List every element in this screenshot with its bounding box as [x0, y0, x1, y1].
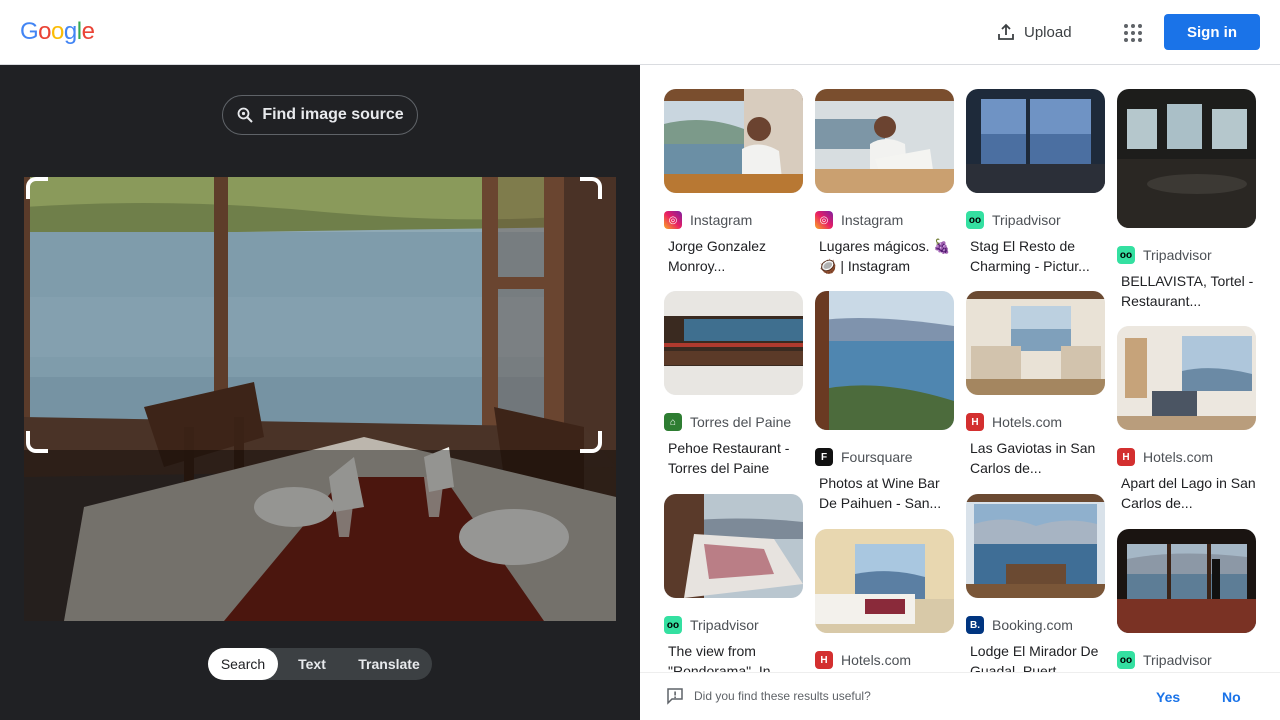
- result-thumbnail: [664, 291, 803, 395]
- result-card[interactable]: ◎ Instagram Jorge Gonzalez Monroy...: [664, 89, 803, 276]
- result-title: Jorge Gonzalez Monroy...: [668, 238, 767, 274]
- result-thumbnail: [966, 494, 1105, 598]
- upload-icon: [998, 23, 1014, 40]
- booking-com-icon: B.: [966, 616, 984, 634]
- crop-handle-bottom-left[interactable]: [26, 431, 48, 453]
- result-thumbnail: [966, 291, 1105, 395]
- result-card[interactable]: H Hotels.com Apart del Lago in San Carlo…: [1117, 326, 1256, 513]
- result-title: Apart del Lago in San Carlos de...: [1121, 475, 1256, 511]
- result-source: oo Tripadvisor: [1117, 650, 1256, 670]
- result-card[interactable]: B. Booking.com Lodge El Mirador De Guada…: [966, 494, 1105, 681]
- crop-handle-top-right[interactable]: [580, 177, 602, 199]
- result-source: H Hotels.com: [966, 412, 1105, 432]
- result-card[interactable]: oo Tripadvisor Stag El Resto de Charming…: [966, 89, 1105, 276]
- mode-translate-tab[interactable]: Translate: [346, 648, 432, 680]
- find-image-source-button[interactable]: Find image source: [222, 95, 418, 135]
- result-source: F Foursquare: [815, 447, 954, 467]
- result-card[interactable]: oo Tripadvisor BELLAVISTA, Tortel - Rest…: [1117, 89, 1256, 311]
- foursquare-icon: F: [815, 448, 833, 466]
- feedback-bar: Did you find these results useful? Yes N…: [640, 672, 1280, 720]
- result-card[interactable]: H Hotels.com: [815, 529, 954, 670]
- result-source-name: Tripadvisor: [1143, 652, 1212, 668]
- result-source: B. Booking.com: [966, 615, 1105, 635]
- instagram-icon: ◎: [815, 211, 833, 229]
- crop-handle-top-left[interactable]: [26, 177, 48, 199]
- apps-grid-icon[interactable]: [1118, 18, 1146, 46]
- result-thumbnail: [966, 89, 1105, 193]
- result-source: H Hotels.com: [815, 650, 954, 670]
- google-logo[interactable]: Google: [20, 18, 95, 46]
- result-title: Las Gaviotas in San Carlos de...: [970, 440, 1096, 476]
- upload-button[interactable]: Upload: [988, 16, 1080, 48]
- result-source-name: Hotels.com: [992, 414, 1063, 430]
- result-source: oo Tripadvisor: [664, 615, 803, 635]
- result-source-name: Torres del Paine: [690, 414, 792, 430]
- feedback-icon: [667, 688, 683, 705]
- query-image-panel: Find image source Search Text Translate: [0, 65, 640, 720]
- logo-letter: o: [38, 18, 52, 45]
- result-title: Lugares mágicos. 🍇🥥 | Instagram: [819, 238, 951, 274]
- result-thumbnail: [1117, 529, 1256, 633]
- result-thumbnail: [1117, 326, 1256, 430]
- result-source: ◎ Instagram: [664, 210, 803, 230]
- feedback-question: Did you find these results useful?: [694, 689, 871, 703]
- tripadvisor-icon: oo: [966, 211, 984, 229]
- hotels-com-icon: H: [1117, 448, 1135, 466]
- find-image-source-label: Find image source: [262, 106, 404, 123]
- tripadvisor-icon: oo: [664, 616, 682, 634]
- logo-letter: o: [51, 18, 64, 45]
- result-thumbnail: [1117, 89, 1256, 228]
- torres-del-paine-icon: ⌂: [664, 413, 682, 431]
- top-bar: Google Upload Sign in: [0, 0, 1280, 65]
- result-source-name: Foursquare: [841, 449, 913, 465]
- result-title: Pehoe Restaurant - Torres del Paine: [668, 440, 790, 476]
- result-source-name: Tripadvisor: [1143, 247, 1212, 263]
- result-card[interactable]: F Foursquare Photos at Wine Bar De Paihu…: [815, 291, 954, 513]
- result-source-name: Hotels.com: [1143, 449, 1214, 465]
- result-thumbnail: [664, 494, 803, 598]
- result-title: BELLAVISTA, Tortel - Restaurant...: [1121, 273, 1254, 309]
- result-source: oo Tripadvisor: [966, 210, 1105, 230]
- result-source-name: Instagram: [690, 212, 753, 228]
- result-card[interactable]: oo Tripadvisor The view from "Rondorama"…: [664, 494, 803, 681]
- result-card[interactable]: ◎ Instagram Lugares mágicos. 🍇🥥 | Instag…: [815, 89, 954, 276]
- lens-mode-switcher: Search Text Translate: [208, 648, 432, 680]
- feedback-no-button[interactable]: No: [1222, 689, 1241, 705]
- instagram-icon: ◎: [664, 211, 682, 229]
- hotels-com-icon: H: [815, 651, 833, 669]
- result-card[interactable]: H Hotels.com Las Gaviotas in San Carlos …: [966, 291, 1105, 478]
- query-image[interactable]: [24, 177, 616, 621]
- result-source: ⌂ Torres del Paine: [664, 412, 803, 432]
- result-thumbnail: [815, 89, 954, 193]
- result-source-name: Booking.com: [992, 617, 1073, 633]
- result-source-name: Tripadvisor: [992, 212, 1061, 228]
- result-thumbnail: [815, 291, 954, 430]
- result-source: oo Tripadvisor: [1117, 245, 1256, 265]
- logo-letter: g: [63, 18, 77, 45]
- result-source-name: Hotels.com: [841, 652, 912, 668]
- visual-matches-panel: ◎ Instagram Jorge Gonzalez Monroy... ⌂ T…: [640, 65, 1280, 720]
- logo-letter: G: [20, 18, 39, 45]
- lens-search-icon: [237, 107, 254, 123]
- result-source: H Hotels.com: [1117, 447, 1256, 467]
- result-source: ◎ Instagram: [815, 210, 954, 230]
- crop-handle-bottom-right[interactable]: [580, 431, 602, 453]
- mode-text-tab[interactable]: Text: [278, 648, 346, 680]
- sign-in-button[interactable]: Sign in: [1164, 14, 1260, 50]
- mode-search-tab[interactable]: Search: [208, 648, 278, 680]
- result-thumbnail: [664, 89, 803, 193]
- result-source-name: Instagram: [841, 212, 904, 228]
- tripadvisor-icon: oo: [1117, 651, 1135, 669]
- result-source-name: Tripadvisor: [690, 617, 759, 633]
- tripadvisor-icon: oo: [1117, 246, 1135, 264]
- logo-letter: e: [81, 18, 95, 45]
- hotels-com-icon: H: [966, 413, 984, 431]
- upload-label: Upload: [1024, 23, 1072, 41]
- result-title: Stag El Resto de Charming - Pictur...: [970, 238, 1090, 274]
- result-thumbnail: [815, 529, 954, 633]
- result-card[interactable]: oo Tripadvisor: [1117, 529, 1256, 670]
- result-title: Photos at Wine Bar De Paihuen - San...: [819, 475, 942, 511]
- result-card[interactable]: ⌂ Torres del Paine Pehoe Restaurant - To…: [664, 291, 803, 478]
- feedback-yes-button[interactable]: Yes: [1156, 689, 1180, 705]
